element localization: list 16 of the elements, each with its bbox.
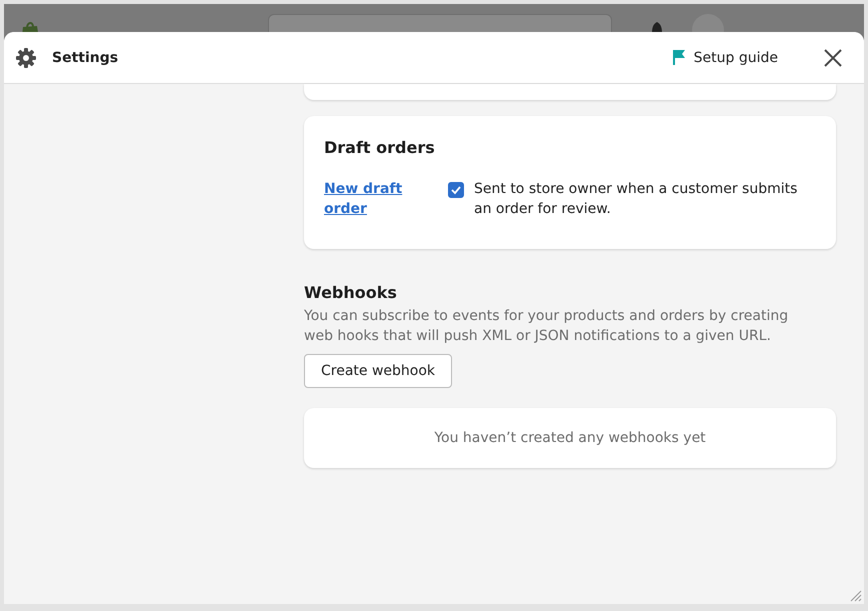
checkmark-icon [450,184,462,196]
gear-icon [16,48,36,68]
flag-icon [672,49,686,66]
window-title: Settings [52,50,118,66]
empty-message: You haven’t created any webhooks yet [434,430,706,446]
create-webhook-button[interactable]: Create webhook [304,354,452,388]
setup-guide-button[interactable]: Setup guide [668,45,782,70]
notification-link[interactable]: New draft order [324,179,424,219]
section-description: You can subscribe to events for your products and orders by creating web hooks that will push XML or JSON notifications to a given URL. [304,307,790,346]
resize-grip-icon[interactable] [850,590,862,602]
close-icon [824,48,842,66]
notification-description: Sent to store owner when a customer submits an order for review. [474,180,798,219]
checkbox[interactable] [448,182,464,198]
card-title: Draft orders [324,138,436,157]
section-title: Webhooks [304,283,398,302]
close-button[interactable] [824,48,842,66]
